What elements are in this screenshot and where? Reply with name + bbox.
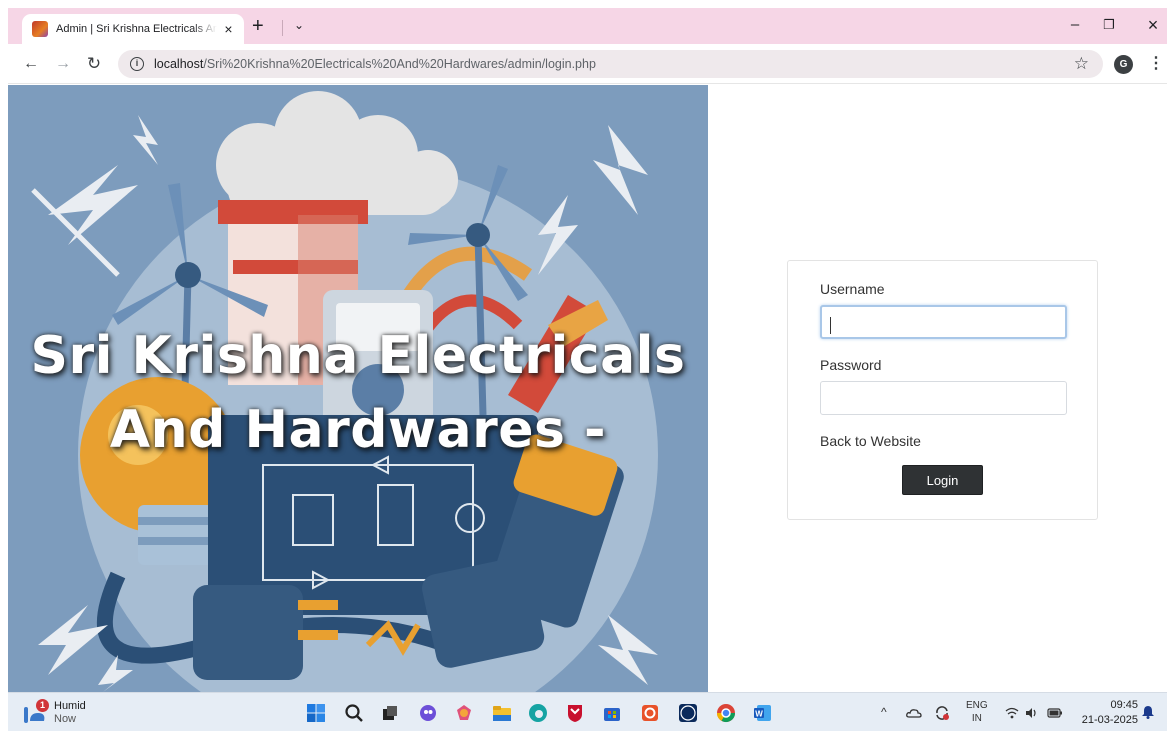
forward-arrow-icon[interactable]: → xyxy=(52,54,74,74)
text-caret xyxy=(830,317,831,334)
password-input[interactable] xyxy=(820,381,1067,415)
office-icon[interactable] xyxy=(640,703,660,723)
clock-date: 21-03-2025 xyxy=(1081,714,1138,726)
onedrive-cloud-icon[interactable] xyxy=(906,705,922,721)
sync-alert-icon[interactable] xyxy=(934,705,950,721)
back-arrow-icon[interactable]: ← xyxy=(20,54,42,74)
new-tab-icon[interactable]: + xyxy=(252,16,264,36)
tab-divider xyxy=(282,20,283,36)
tray-overflow-chevron-icon[interactable]: ^ xyxy=(881,705,887,719)
widgets-icon[interactable] xyxy=(454,703,474,723)
hero-title-line-1: Sri Krishna Electricals xyxy=(30,326,686,386)
search-icon[interactable] xyxy=(344,703,364,723)
windows-taskbar: 1 Humid Now W ^ ENG IN 09:45 21-03-2025 xyxy=(8,692,1167,731)
chrome-icon[interactable] xyxy=(716,703,736,723)
clock-time: 09:45 xyxy=(1110,699,1138,711)
browser-tabstrip: Admin | Sri Krishna Electricals And Hard… xyxy=(8,8,1167,44)
window-close-icon[interactable]: × xyxy=(1141,16,1165,34)
language-code: ENG xyxy=(966,700,988,711)
copilot-icon[interactable] xyxy=(418,703,438,723)
username-input[interactable] xyxy=(820,305,1067,339)
login-button[interactable]: Login xyxy=(902,465,983,495)
svg-text:W: W xyxy=(755,710,763,719)
keyboard-region: IN xyxy=(971,713,982,724)
wifi-icon[interactable] xyxy=(1005,706,1019,720)
window-restore-icon[interactable]: ❐ xyxy=(1097,16,1121,34)
weather-condition: Humid xyxy=(54,700,86,712)
password-label: Password xyxy=(820,357,882,373)
window-minimize-icon[interactable]: – xyxy=(1063,16,1087,34)
weather-widget[interactable]: 1 Humid Now xyxy=(22,699,102,727)
bookmark-star-icon[interactable]: ☆ xyxy=(1074,54,1089,74)
notification-bell-icon[interactable] xyxy=(1142,705,1154,719)
browser-toolbar: ← → ↻ i localhost/Sri%20Krishna%20Electr… xyxy=(8,44,1167,84)
input-language-indicator[interactable]: ENG IN xyxy=(966,699,988,725)
word-icon[interactable]: W xyxy=(753,703,773,723)
site-favicon-icon xyxy=(32,21,48,37)
battery-icon[interactable] xyxy=(1047,707,1063,719)
weather-notification-badge: 1 xyxy=(36,699,49,712)
file-explorer-icon[interactable] xyxy=(492,703,512,723)
tab-close-icon[interactable]: × xyxy=(221,21,236,37)
browser-menu-icon[interactable]: ⋮ xyxy=(1148,53,1164,73)
hero-title: Sri Krishna Electricals And Hardwares - xyxy=(8,319,708,467)
tab-title: Admin | Sri Krishna Electricals And Hard… xyxy=(56,23,217,35)
system-clock[interactable]: 09:45 21-03-2025 xyxy=(1076,698,1138,728)
weather-time: Now xyxy=(54,713,77,725)
reload-icon[interactable]: ↻ xyxy=(83,54,105,74)
address-bar[interactable]: i localhost/Sri%20Krishna%20Electricals%… xyxy=(118,50,1103,78)
browser-tab[interactable]: Admin | Sri Krishna Electricals And Hard… xyxy=(22,14,244,44)
url-text: localhost/Sri%20Krishna%20Electricals%20… xyxy=(154,57,596,71)
dell-icon[interactable] xyxy=(678,703,698,723)
microsoft-store-icon[interactable] xyxy=(602,703,622,723)
edge-browser-icon[interactable] xyxy=(528,703,548,723)
tab-search-icon[interactable]: ⌄ xyxy=(294,18,304,32)
hero-title-line-2: And Hardwares - xyxy=(109,400,607,460)
back-to-website-link[interactable]: Back to Website xyxy=(820,433,1065,449)
mcafee-icon[interactable] xyxy=(565,703,585,723)
task-view-icon[interactable] xyxy=(380,703,400,723)
url-host: localhost xyxy=(154,57,204,71)
windows-start-icon[interactable] xyxy=(306,703,326,723)
volume-icon[interactable] xyxy=(1025,706,1039,720)
url-path: /Sri%20Krishna%20Electricals%20And%20Har… xyxy=(203,57,596,71)
login-form: Username Password Back to Website Login xyxy=(787,260,1098,520)
page-viewport: Sri Krishna Electricals And Hardwares - … xyxy=(8,85,1167,692)
site-info-icon[interactable]: i xyxy=(130,57,144,71)
username-label: Username xyxy=(820,281,885,297)
profile-avatar[interactable]: G xyxy=(1114,55,1133,74)
hero-banner: Sri Krishna Electricals And Hardwares - xyxy=(8,85,708,692)
